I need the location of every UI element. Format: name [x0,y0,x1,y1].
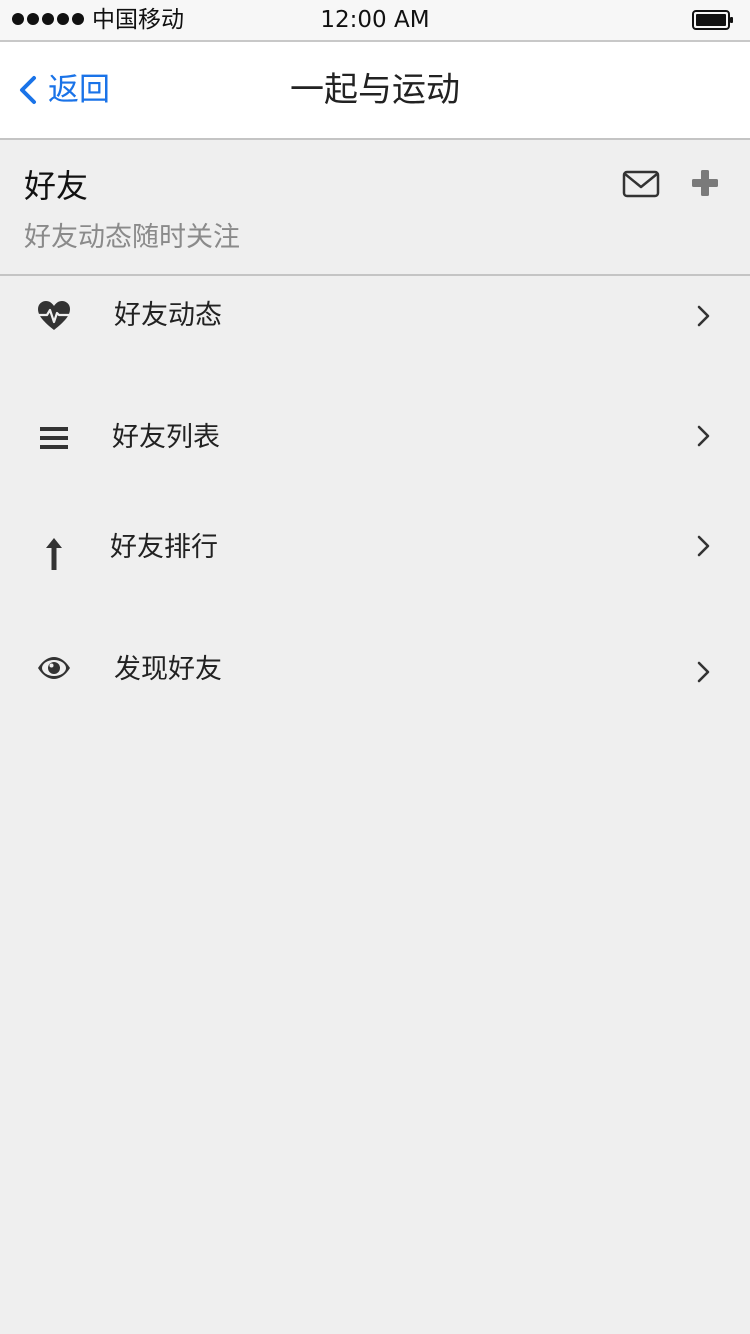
plus-icon[interactable] [690,168,720,198]
status-bar: 中国移动 12:00 AM [0,0,750,42]
chevron-right-icon [697,535,710,557]
heartbeat-icon [34,296,74,336]
menu-item-label: 好友排行 [110,532,218,563]
chevron-right-icon [697,305,710,327]
friends-header: 好友 好友动态随时关注 [0,140,750,276]
section-subtitle: 好友动态随时关注 [24,222,240,253]
menu-item-label: 发现好友 [114,654,222,685]
menu-item-discover-friends[interactable]: 发现好友 [0,630,750,710]
chevron-right-icon [697,661,710,683]
status-time: 12:00 AM [320,7,430,33]
eye-icon [34,648,74,688]
navigation-bar: 返回 一起与运动 [0,42,750,140]
menu-item-friend-list[interactable]: 好友列表 [0,398,750,478]
chevron-right-icon [697,425,710,447]
menu-item-label: 好友动态 [114,300,222,331]
section-title: 好友 [24,167,89,205]
menu-item-label: 好友列表 [112,422,220,453]
battery-icon [692,10,733,30]
mail-icon[interactable] [622,168,660,200]
arrow-up-icon [34,534,74,574]
menu-item-friend-activity[interactable]: 好友动态 [0,276,750,356]
list-icon [34,418,74,458]
page-title: 一起与运动 [290,70,460,110]
menu-item-friend-ranking[interactable]: 好友排行 [0,508,750,588]
